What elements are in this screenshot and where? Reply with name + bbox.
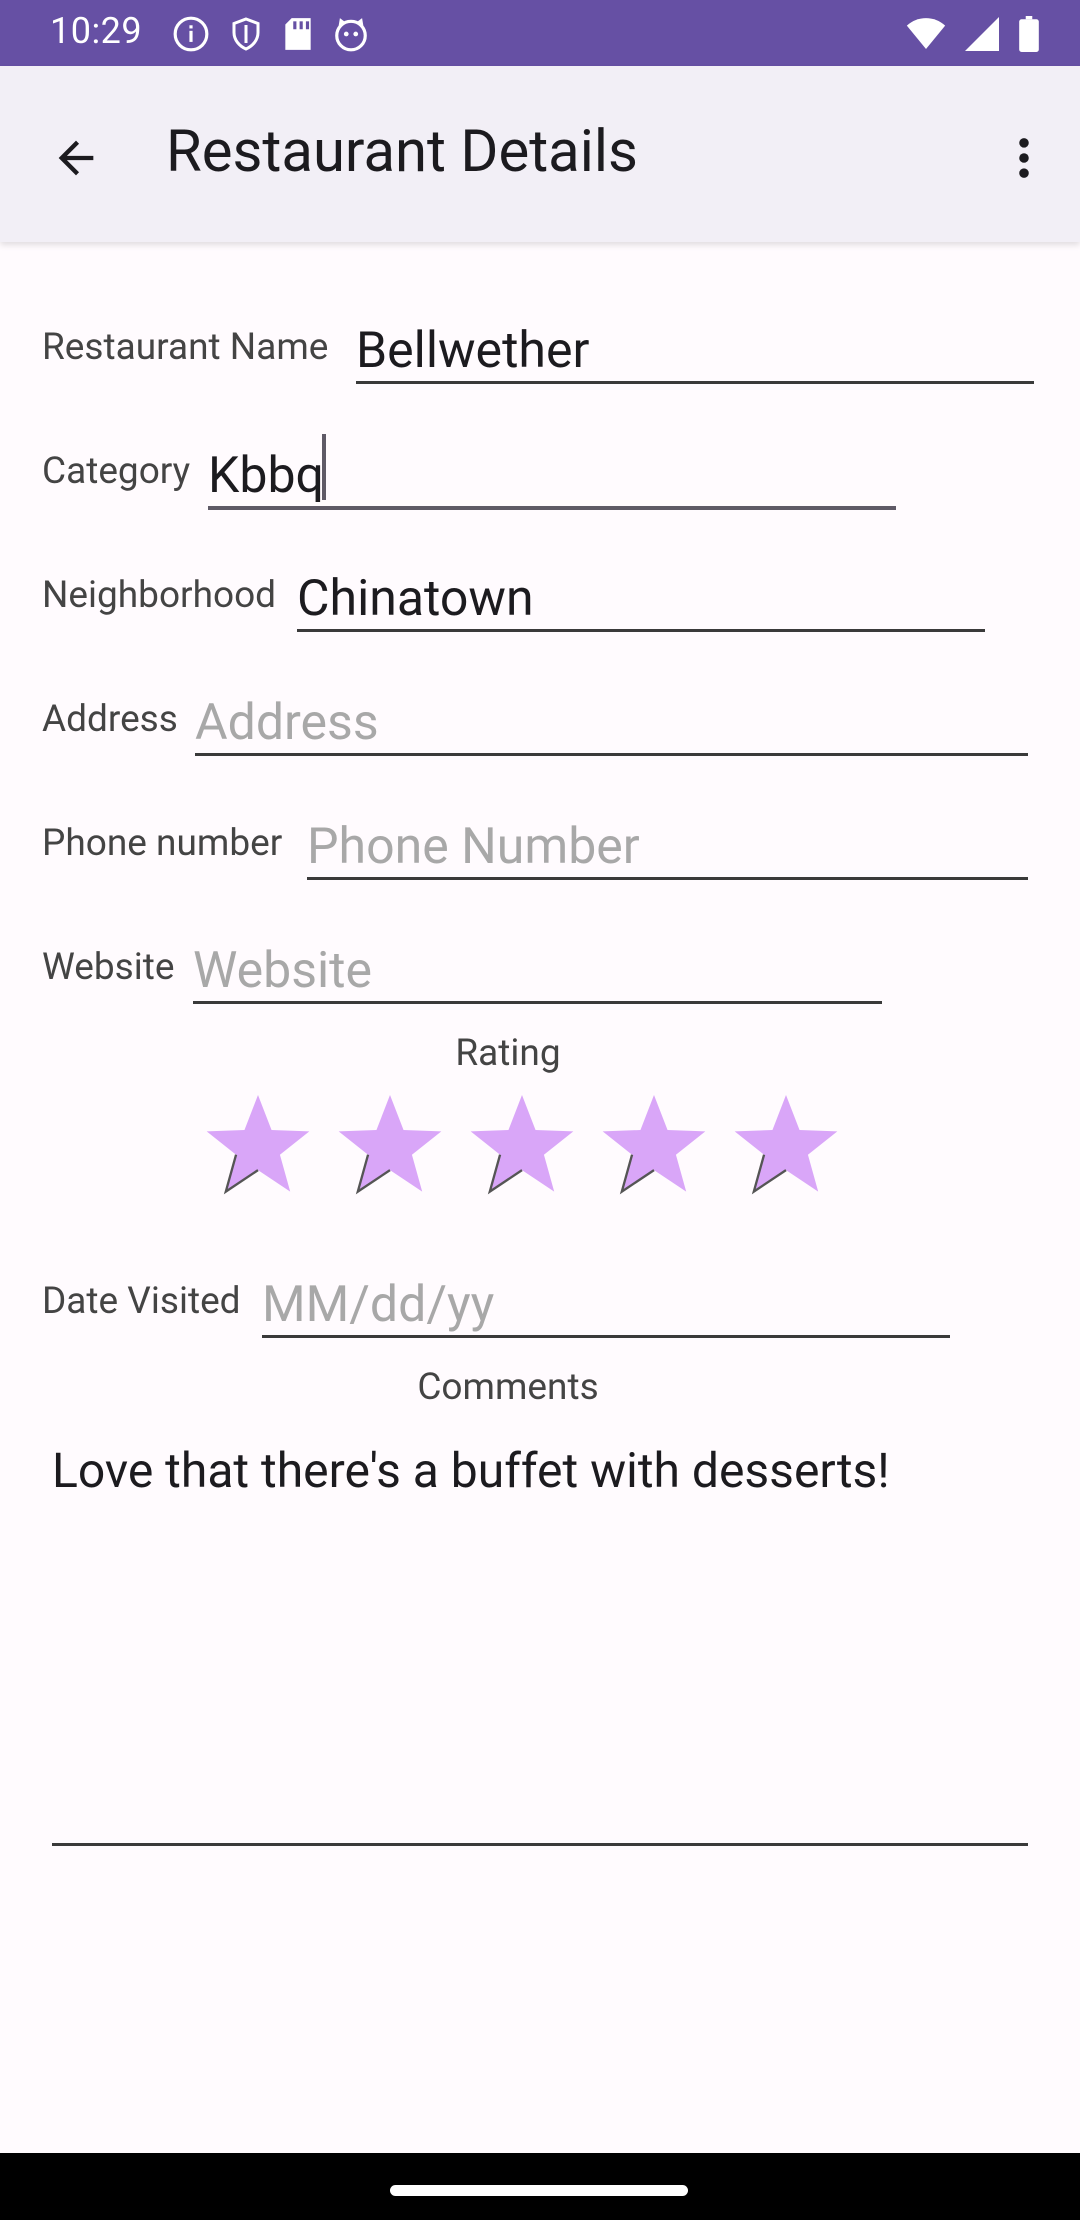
phone-input[interactable]: [307, 816, 1028, 880]
category-label: Category: [42, 450, 191, 493]
info-icon: [172, 15, 210, 53]
wifi-icon: [906, 17, 946, 51]
neighborhood-input[interactable]: [297, 568, 985, 632]
address-label: Address: [42, 698, 178, 741]
rating-label: Rating: [455, 1032, 561, 1075]
more-vert-icon: [1019, 138, 1029, 178]
comments-text: Love that there's a buffet with desserts…: [52, 1442, 890, 1499]
sd-card-icon: [282, 15, 314, 53]
battery-icon: [1018, 16, 1040, 52]
page-title: Restaurant Details: [166, 118, 638, 186]
neighborhood-label: Neighborhood: [42, 574, 277, 617]
arrow-left-icon: [58, 140, 94, 176]
star-icon[interactable]: [334, 1088, 446, 1200]
app-bar: Restaurant Details: [0, 66, 1080, 242]
notification-icons: [172, 14, 370, 54]
text-cursor: [322, 434, 326, 500]
comments-input[interactable]: Love that there's a buffet with desserts…: [52, 1440, 1028, 1846]
address-input[interactable]: [195, 692, 1028, 756]
status-time: 10:29: [50, 10, 143, 52]
cat-face-icon: [332, 15, 370, 53]
shield-icon: [228, 15, 264, 53]
comments-label: Comments: [417, 1366, 599, 1409]
date-visited-label: Date Visited: [42, 1280, 241, 1323]
more-options-button[interactable]: [988, 122, 1060, 194]
status-bar: 10:29: [0, 0, 1080, 66]
website-input[interactable]: [193, 940, 882, 1004]
date-visited-input[interactable]: [262, 1274, 950, 1338]
phone-label: Phone number: [42, 822, 283, 865]
category-input[interactable]: [208, 446, 896, 510]
home-gesture-handle[interactable]: [390, 2185, 688, 2196]
star-icon[interactable]: [202, 1088, 314, 1200]
star-icon[interactable]: [466, 1088, 578, 1200]
website-label: Website: [42, 946, 175, 989]
system-icons: [906, 14, 1040, 54]
star-icon[interactable]: [598, 1088, 710, 1200]
back-button[interactable]: [40, 122, 112, 194]
restaurant-name-label: Restaurant Name: [42, 326, 329, 369]
restaurant-name-input[interactable]: [356, 320, 1034, 384]
star-icon[interactable]: [730, 1088, 842, 1200]
rating-bar[interactable]: [202, 1088, 842, 1200]
signal-icon: [964, 17, 1000, 51]
